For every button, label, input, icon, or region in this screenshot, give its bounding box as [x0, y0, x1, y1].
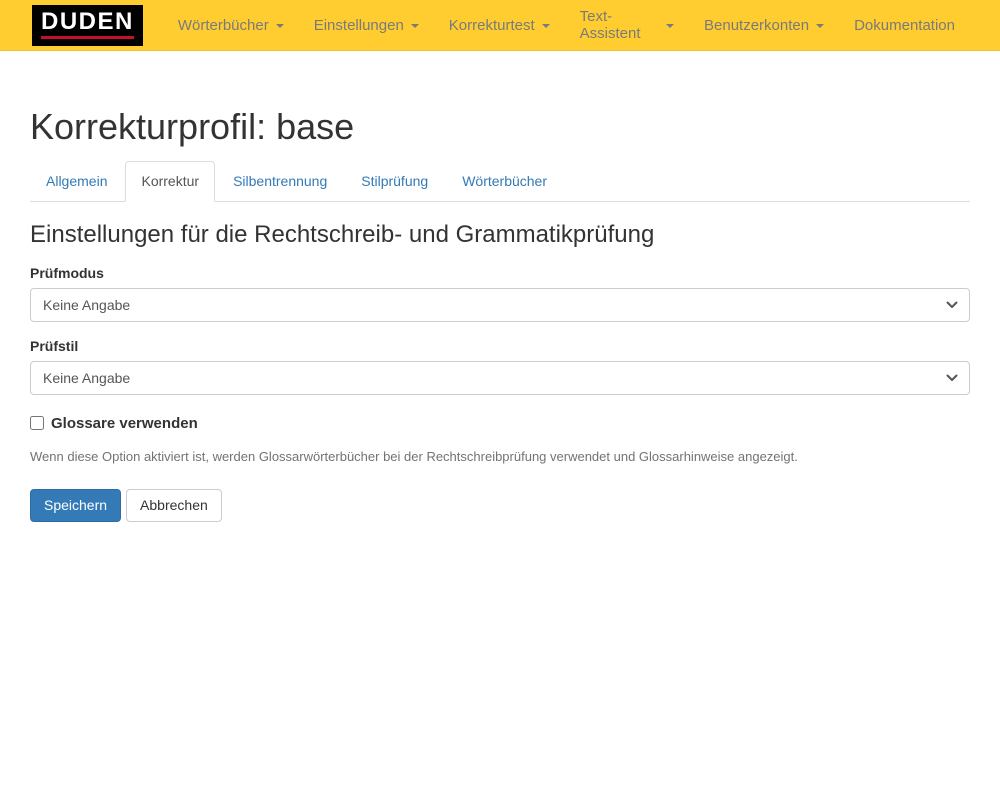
nav-item-einstellungen[interactable]: Einstellungen [299, 0, 434, 50]
tab-li-silbentrennung: Silbentrennung [217, 161, 345, 203]
tab-li-korrektur: Korrektur [125, 161, 217, 203]
glossare-group: Glossare verwenden Wenn diese Option akt… [30, 415, 970, 467]
nav-item-text-assistent[interactable]: Text-Assistent [565, 0, 689, 50]
nav-li-einstellungen: Einstellungen [299, 0, 434, 50]
pruefmodus-select[interactable]: Keine Angabe [30, 288, 970, 322]
tab-li-allgemein: Allgemein [30, 161, 125, 203]
profile-tabs: AllgemeinKorrekturSilbentrennungStilprüf… [30, 161, 970, 203]
glossare-checkbox-label[interactable]: Glossare verwenden [30, 415, 198, 432]
duden-logo[interactable]: DUDEN [32, 5, 143, 46]
nav-item-label: Text-Assistent [580, 8, 659, 42]
nav-item-woerterbuecher[interactable]: Wörterbücher [163, 0, 299, 50]
page-title: Korrekturprofil: base [30, 107, 970, 147]
nav-item-benutzerkonten[interactable]: Benutzerkonten [689, 0, 839, 50]
navbar-menu: Wörterbücher Einstellungen Korrekturtest Te… [163, 0, 970, 50]
save-button[interactable]: Speichern [30, 489, 121, 523]
nav-item-label: Benutzerkonten [704, 17, 809, 34]
pruefstil-label: Prüfstil [30, 338, 970, 354]
chevron-down-icon [276, 24, 284, 28]
nav-item-korrekturtest[interactable]: Korrekturtest [434, 0, 565, 50]
main-content: Korrekturprofil: base AllgemeinKorrektur… [15, 107, 985, 522]
pruefstil-select[interactable]: Keine Angabe [30, 361, 970, 395]
nav-li-korrekturtest: Korrekturtest [434, 0, 565, 50]
tab-li-woerterbuecher: Wörterbücher [446, 161, 565, 203]
form-actions: Speichern Abbrechen [30, 489, 970, 523]
glossare-checkbox[interactable] [30, 416, 44, 430]
nav-li-text-assistent: Text-Assistent [565, 0, 689, 50]
navbar-content: DUDEN Wörterbücher Einstellungen Korrektur… [15, 0, 985, 50]
tab-li-stilpruefung: Stilprüfung [345, 161, 446, 203]
nav-item-label: Korrekturtest [449, 17, 535, 34]
tab-allgemein[interactable]: Allgemein [30, 161, 123, 203]
duden-logo-text: DUDEN [41, 10, 134, 39]
tab-silbentrennung[interactable]: Silbentrennung [217, 161, 343, 203]
nav-item-dokumentation[interactable]: Dokumentation [839, 0, 970, 50]
tab-woerterbuecher[interactable]: Wörterbücher [446, 161, 563, 203]
glossare-label-text: Glossare verwenden [51, 415, 198, 432]
nav-li-benutzerkonten: Benutzerkonten [689, 0, 839, 50]
pruefstil-group: Prüfstil Keine Angabe [30, 338, 970, 395]
chevron-down-icon [542, 24, 550, 28]
nav-item-label: Dokumentation [854, 17, 955, 34]
pruefmodus-group: Prüfmodus Keine Angabe [30, 265, 970, 322]
glossare-help-text: Wenn diese Option aktiviert ist, werden … [30, 448, 970, 466]
top-navbar: DUDEN Wörterbücher Einstellungen Korrektur… [0, 0, 1000, 51]
pruefmodus-select-wrap: Keine Angabe [30, 288, 970, 322]
pruefmodus-label: Prüfmodus [30, 265, 970, 281]
nav-item-label: Einstellungen [314, 17, 404, 34]
chevron-down-icon [666, 24, 674, 28]
nav-li-dokumentation: Dokumentation [839, 0, 970, 50]
nav-item-label: Wörterbücher [178, 17, 269, 34]
tab-stilpruefung[interactable]: Stilprüfung [345, 161, 444, 203]
chevron-down-icon [816, 24, 824, 28]
cancel-button[interactable]: Abbrechen [126, 489, 222, 523]
section-heading: Einstellungen für die Rechtschreib- und … [30, 222, 970, 248]
tab-korrektur[interactable]: Korrektur [125, 161, 215, 203]
chevron-down-icon [411, 24, 419, 28]
nav-li-woerterbuecher: Wörterbücher [163, 0, 299, 50]
pruefstil-select-wrap: Keine Angabe [30, 361, 970, 395]
